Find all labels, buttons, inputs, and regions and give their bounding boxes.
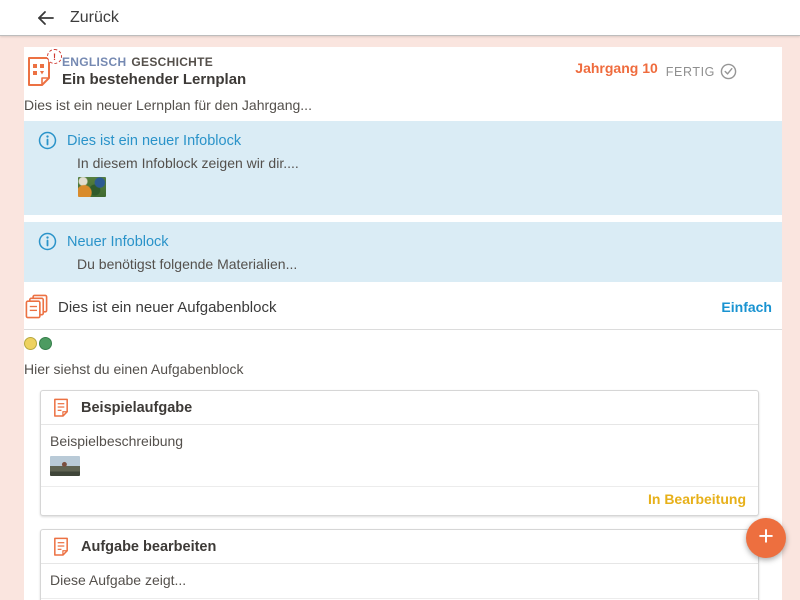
task-description: Beispielbeschreibung — [50, 433, 746, 449]
infoblock-body: In diesem Infoblock zeigen wir dir.... — [77, 155, 768, 171]
task-card-beispielaufgabe[interactable]: Beispielaufgabe Beispielbeschreibung In … — [40, 390, 759, 516]
plan-status[interactable]: FERTIG — [666, 63, 742, 80]
grade-badge: Jahrgang 10 — [575, 60, 657, 76]
infoblock-1: Dies ist ein neuer Infoblock In diesem I… — [24, 121, 782, 215]
task-status-badge: In Bearbeitung — [648, 491, 746, 507]
info-icon — [38, 131, 57, 150]
plan-status-label: FERTIG — [666, 65, 715, 79]
difficulty-dot-yellow — [24, 337, 37, 350]
task-page-icon — [53, 537, 69, 556]
lernplan-content: ! ENGLISCH GESCHICHTE Ein bestehender Ler… — [24, 47, 782, 600]
taskblock-header: Dies ist ein neuer Aufgabenblock Einfach — [24, 294, 782, 330]
difficulty-badge: Einfach — [721, 299, 772, 315]
check-circle-icon — [720, 63, 737, 80]
plan-header: ! ENGLISCH GESCHICHTE Ein bestehender Ler… — [24, 47, 782, 88]
alert-badge-icon: ! — [47, 49, 62, 64]
add-button[interactable]: + — [746, 518, 786, 558]
infoblock-body: Du benötigst folgende Materialien... — [77, 256, 768, 272]
task-page-icon — [53, 398, 69, 417]
taskblock-stacked-pages-icon — [24, 294, 49, 320]
infoblock-2: Neuer Infoblock Du benötigst folgende Ma… — [24, 222, 782, 282]
task-image-thumbnail[interactable] — [50, 456, 80, 476]
taskblock-title: Dies ist ein neuer Aufgabenblock — [58, 299, 721, 316]
difficulty-dots — [24, 337, 782, 350]
plan-description: Dies ist ein neuer Lernplan für den Jahr… — [24, 97, 782, 113]
info-icon — [38, 232, 57, 251]
difficulty-dot-green — [39, 337, 52, 350]
infoblock-image-thumbnail[interactable] — [78, 177, 106, 197]
plan-subjects: ENGLISCH GESCHICHTE — [62, 55, 246, 69]
lernplan-icon: ! — [27, 56, 53, 88]
plan-title: Ein bestehender Lernplan — [62, 71, 246, 88]
task-title: Aufgabe bearbeiten — [81, 539, 216, 555]
subject-tag-englisch: ENGLISCH — [62, 55, 126, 69]
task-title: Beispielaufgabe — [81, 400, 192, 416]
back-arrow-icon — [36, 9, 56, 27]
back-button[interactable]: Zurück — [0, 0, 800, 36]
subject-tag-geschichte: GESCHICHTE — [131, 55, 213, 69]
back-label: Zurück — [70, 9, 119, 27]
task-card-aufgabe-bearbeiten[interactable]: Aufgabe bearbeiten Diese Aufgabe zeigt..… — [40, 529, 759, 600]
taskblock-description: Hier siehst du einen Aufgabenblock — [24, 361, 782, 377]
infoblock-title: Dies ist ein neuer Infoblock — [67, 133, 241, 149]
infoblock-title: Neuer Infoblock — [67, 234, 169, 250]
task-description: Diese Aufgabe zeigt... — [50, 572, 746, 588]
screen: Zurück ! ENG — [0, 0, 800, 600]
